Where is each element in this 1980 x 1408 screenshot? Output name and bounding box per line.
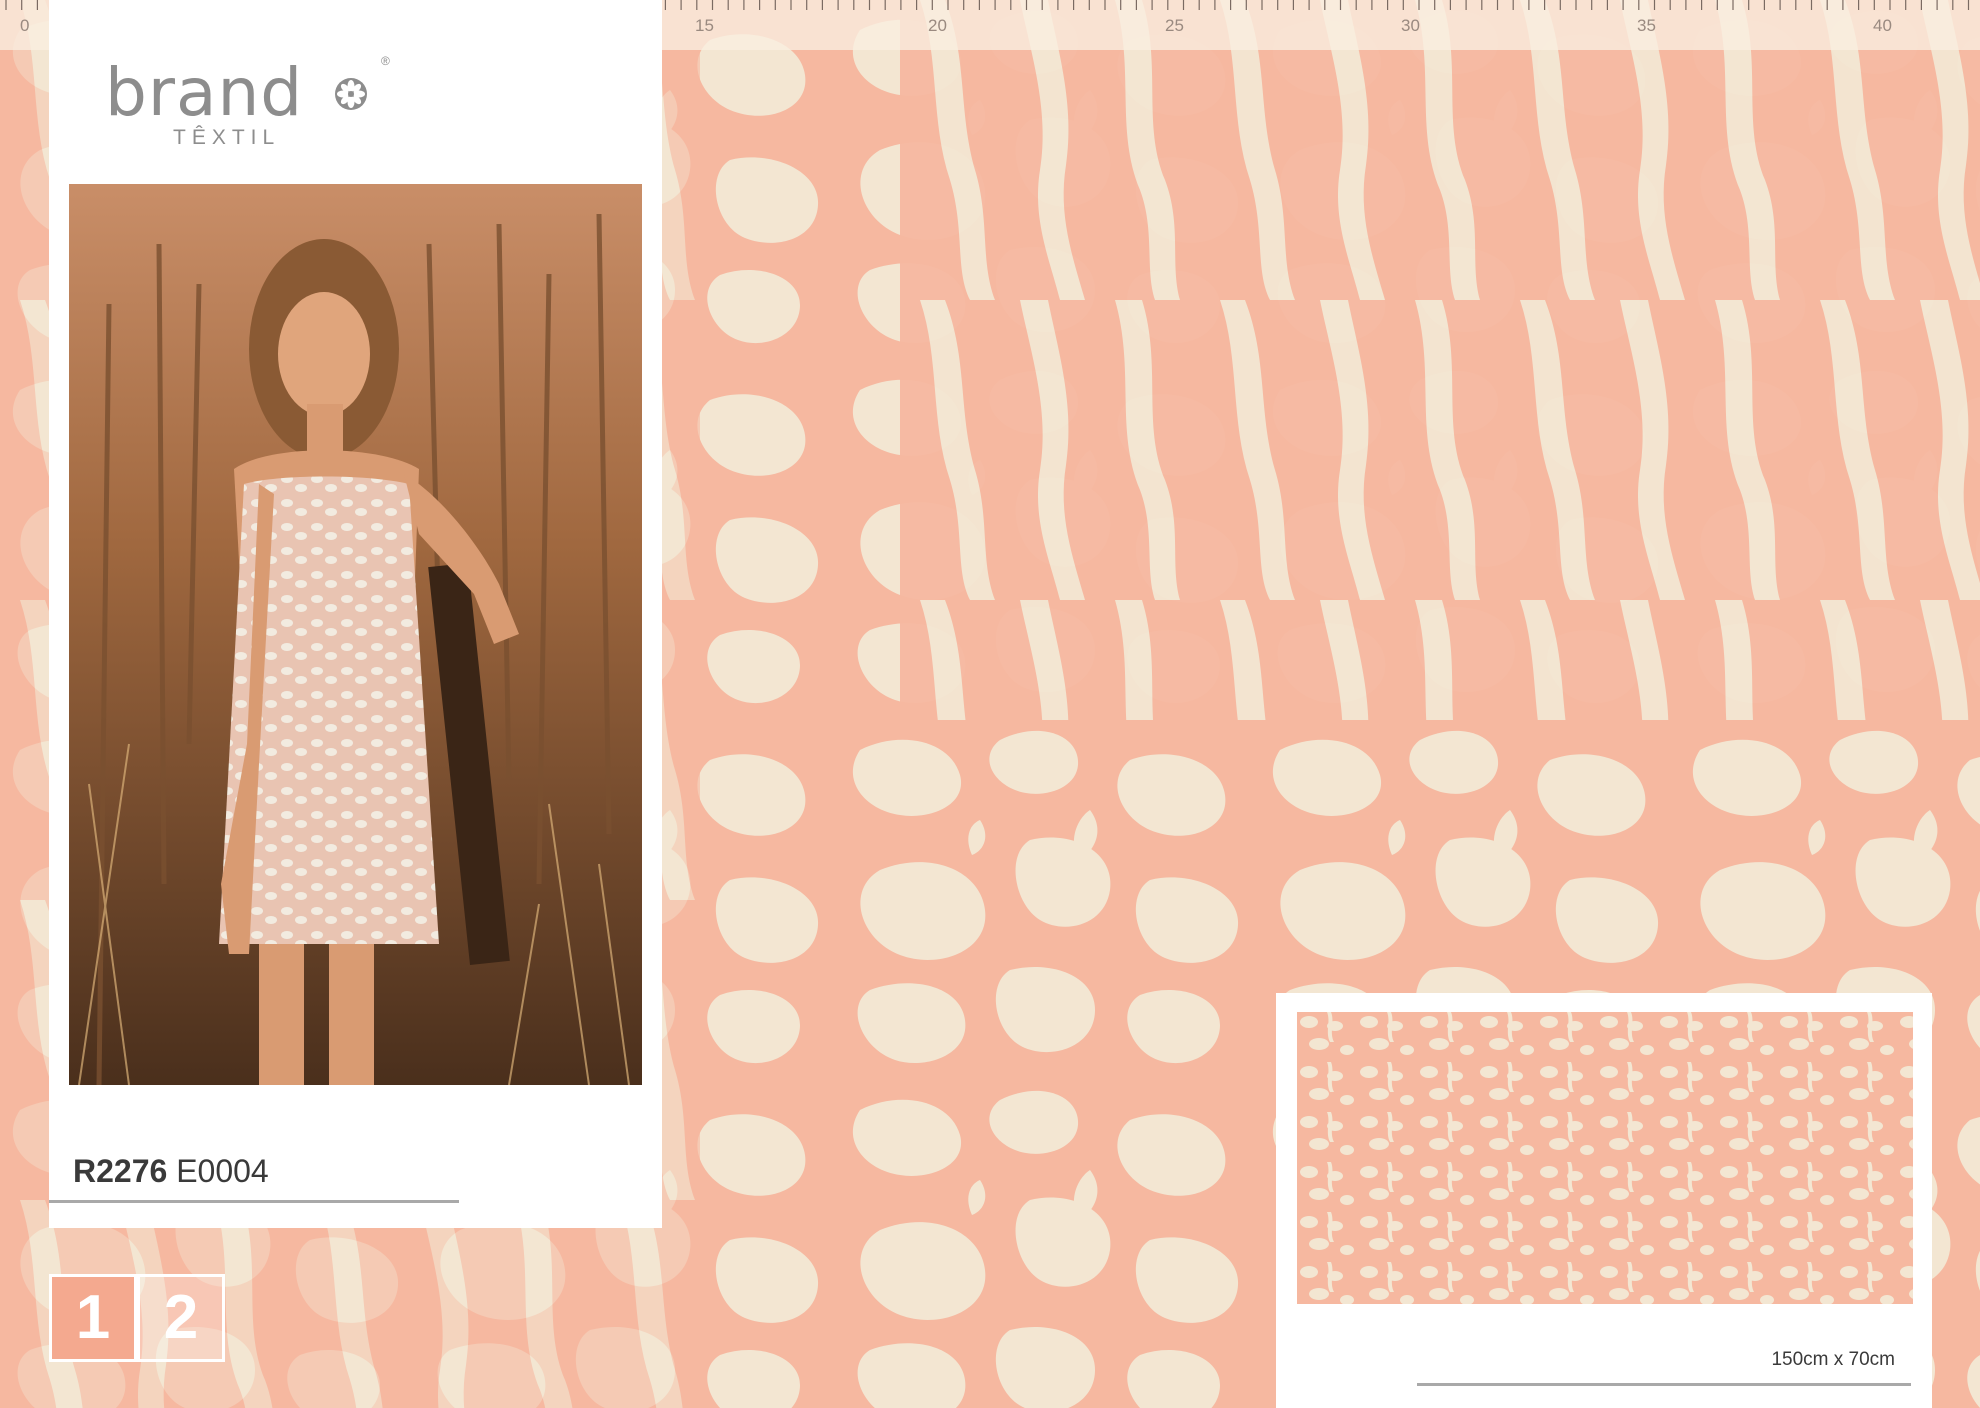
product-reference: R2276: [73, 1153, 168, 1189]
ruler-label-0: 0: [20, 16, 30, 35]
brand-name: brand: [105, 54, 304, 131]
code-underline: [49, 1200, 459, 1203]
flower-icon: [335, 78, 367, 110]
product-code: R2276 E0004: [73, 1153, 269, 1190]
ruler-label-15: 15: [695, 16, 714, 35]
brand-subtitle: TÊXTIL: [173, 126, 281, 149]
fabric-preview-swatch: [1297, 1012, 1913, 1304]
registered-mark: ®: [381, 54, 390, 68]
page-button-1[interactable]: 1: [49, 1274, 137, 1362]
fabric-preview-card: 150cm x 70cm: [1276, 993, 1932, 1408]
product-card: brand ® TÊXTIL R2276 E0004: [49, 0, 662, 1228]
model-photo: [69, 184, 642, 1085]
fabric-size: 150cm x 70cm: [1771, 1349, 1895, 1370]
ruler-label-40: 40: [1873, 16, 1892, 35]
brand-logo: brand ® TÊXTIL: [105, 54, 390, 164]
ruler-label-25: 25: [1165, 16, 1184, 35]
product-variant: E0004: [176, 1153, 269, 1189]
size-underline: [1417, 1383, 1911, 1386]
ruler-label-20: 20: [928, 16, 947, 35]
ruler-label-35: 35: [1637, 16, 1656, 35]
page-button-2[interactable]: 2: [137, 1274, 225, 1362]
ruler-label-30: 30: [1401, 16, 1420, 35]
